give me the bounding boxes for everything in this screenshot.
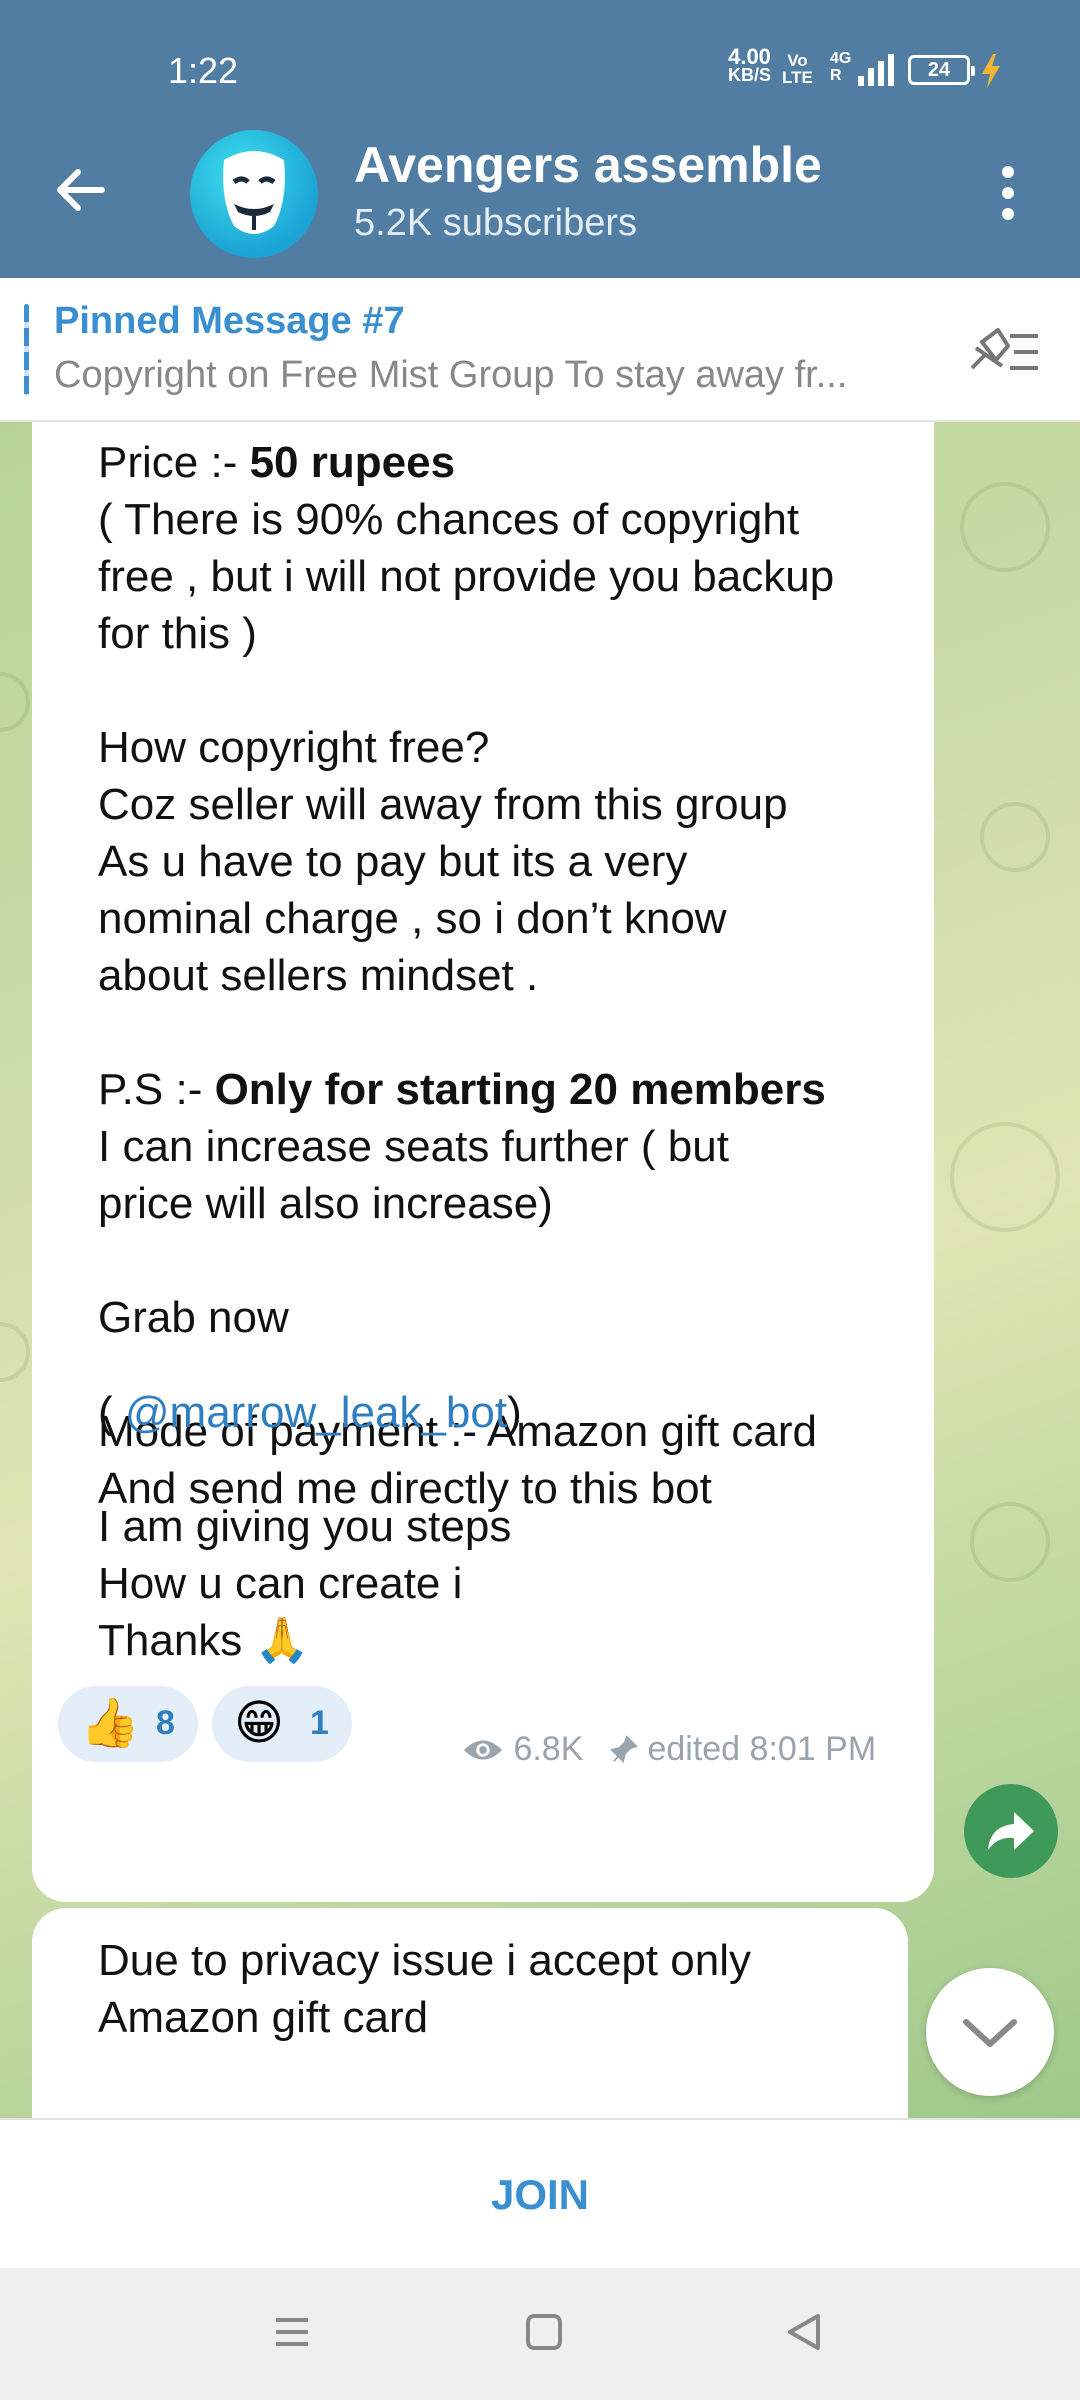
message-line: about sellers mindset . [98,947,538,1004]
message-line: ( There is 90% chances of copyright [98,491,799,548]
battery-level: 24 [927,59,951,81]
message-line: As u have to pay but its a very [98,833,687,890]
grin-icon: 😁 [234,1697,285,1750]
message-link-line: ( @marrow_leak_bot) [98,1384,522,1441]
view-count: 6.8K [462,1730,583,1769]
message-text: about sellers mindset . [98,951,539,1000]
message-line: I can increase seats further ( but [98,1118,729,1175]
battery-icon: 24 [908,55,975,85]
message-text: free , but i will not provide you backup [98,552,835,601]
background-doodle [0,1322,30,1382]
mask-icon [223,151,285,234]
background-doodle [970,1502,1050,1582]
message-text: How copyright free? [98,723,490,772]
edited-info: edited 8:01 PM [610,1730,876,1769]
message-line: P.S :- Only for starting 20 members [98,1061,826,1118]
share-icon[interactable] [964,1784,1058,1878]
message-text: price will also increase) [98,1179,553,1228]
message-line: How copyright free? [98,719,489,776]
charging-icon [982,54,1000,88]
background-doodle [980,802,1050,872]
message-text: P.S :- [98,1065,215,1114]
back-triangle-icon[interactable] [774,2302,834,2362]
message-text: Grab now [98,1293,289,1342]
message-line: free , but i will not provide you backup [98,548,834,605]
message-bold-text: 50 rupees [249,438,456,487]
more-options-icon[interactable] [990,160,1026,224]
signal-icon [858,54,894,86]
message-text: As u have to pay but its a very [98,837,688,886]
message-text: for this ) [98,609,257,658]
message-line: Due to privacy issue i accept only [98,1936,751,1985]
join-bar: JOIN [0,2118,1080,2268]
message-line: for this ) [98,605,257,662]
message-line: Grab now [98,1289,289,1346]
message-text: ( There is 90% chances of copyright [98,495,800,544]
background-doodle [950,1122,1060,1232]
message-bold-text: Only for starting 20 members [214,1065,826,1114]
message-line: Amazon gift card [98,1993,429,2042]
network-type: 4G R [830,50,851,84]
back-arrow-icon[interactable] [50,160,110,220]
subscriber-count: 5.2K subscribers [354,202,638,244]
volte-bottom: LTE [782,68,813,87]
message-line: Thanks 🙏 [98,1616,310,1665]
pinned-text: Copyright on Free Mist Group To stay awa… [54,354,848,396]
reaction-grin[interactable]: 😁 1 [212,1686,352,1762]
chat-area[interactable]: Price :- 50 rupees( There is 90% chances… [0,422,1080,2118]
views-value: 6.8K [513,1730,584,1768]
net-speed-value: 4.00 [728,44,771,69]
pinned-title: Pinned Message #7 [54,300,405,342]
message-line: How u can create i [98,1559,463,1608]
home-square-icon[interactable] [514,2302,574,2362]
reaction-thumbs-up[interactable]: 👍 8 [58,1686,198,1762]
background-doodle [960,482,1050,572]
net-speed-unit: KB/S [728,65,772,85]
message-line: I am giving you steps [98,1502,512,1551]
scroll-down-icon[interactable] [926,1968,1054,2096]
app-header: 1:22 4.00 KB/S Vo LTE 4G R 24 Avengers a… [0,0,1080,278]
bot-link[interactable]: @marrow_leak_bot [125,1388,507,1437]
message-text: Price :- [98,438,250,487]
reaction-count: 8 [156,1704,175,1742]
net-speed: 4.00 KB/S [728,44,772,85]
pinned-message-bar[interactable]: Pinned Message #7 Copyright on Free Mist… [0,278,1080,422]
edited-time: edited 8:01 PM [647,1730,877,1768]
eye-icon [463,1740,503,1760]
message-line: Coz seller will away from this group [98,776,788,833]
network-roaming-label: R [830,67,842,84]
message-line: Price :- 50 rupees [98,434,455,491]
message-text: Coz seller will away from this group [98,780,788,829]
status-bar: 1:22 4.00 KB/S Vo LTE 4G R 24 [0,0,1080,128]
message-text: nominal charge , so i don’t know [98,894,727,943]
message-text: I can increase seats further ( but [98,1122,729,1171]
pinned-indicator [24,304,29,396]
system-nav-bar [0,2268,1080,2400]
join-button[interactable]: JOIN [0,2120,1080,2270]
link-suffix: ) [507,1388,522,1437]
network-type-label: 4G [830,50,852,67]
message-line: price will also increase) [98,1175,553,1232]
volte-indicator: Vo LTE [782,52,813,86]
background-doodle [0,672,30,732]
message-bubble[interactable]: Price :- 50 rupees( There is 90% chances… [32,422,934,1902]
message-line: nominal charge , so i don’t know [98,890,727,947]
thumbs-up-icon: 👍 [80,1697,140,1750]
pinned-list-icon[interactable] [966,322,1042,382]
pin-icon [610,1735,638,1763]
reaction-count: 1 [310,1704,329,1742]
link-prefix: ( [98,1388,125,1437]
message-bubble[interactable]: Due to privacy issue i accept only Amazo… [32,1908,908,2118]
channel-avatar[interactable] [190,130,318,258]
status-time: 1:22 [168,50,239,91]
recents-menu-icon[interactable] [262,2302,322,2362]
channel-title[interactable]: Avengers assemble [354,136,822,194]
